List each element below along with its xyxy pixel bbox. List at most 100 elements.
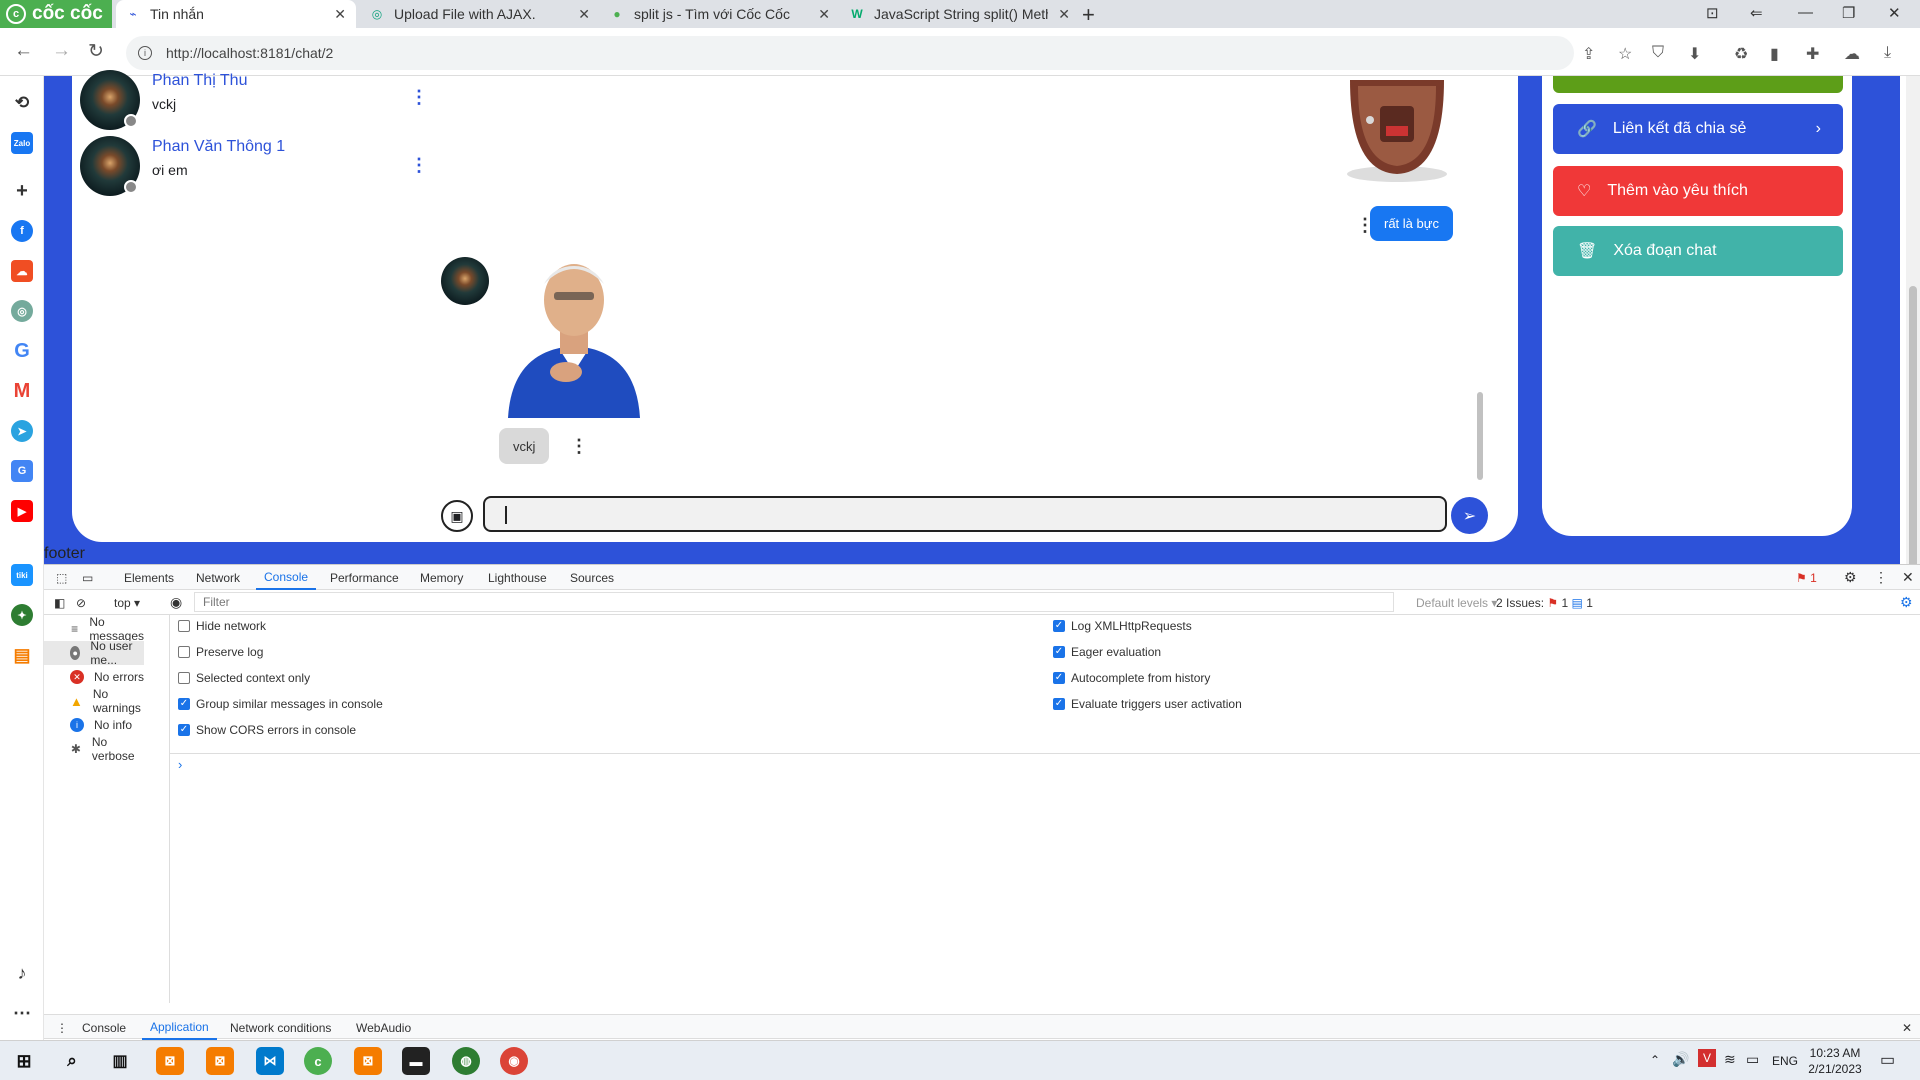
shopping-icon[interactable]: ▤ <box>11 644 33 666</box>
checkbox-checked[interactable]: ✓ <box>1053 646 1065 658</box>
clear-console-icon[interactable]: ⊘ <box>68 590 94 615</box>
wifi-icon[interactable]: ≋ <box>1724 1051 1736 1068</box>
option-autocomplete[interactable]: ✓ Autocomplete from history <box>1053 671 1210 685</box>
tab-split-js[interactable]: ● split js - Tìm với Cốc Cốc ✕ <box>600 0 840 28</box>
telegram-icon[interactable]: ➤ <box>11 420 33 442</box>
drawer-menu-icon[interactable]: ⋮ <box>48 1015 76 1040</box>
more-icon[interactable]: ⋯ <box>11 1002 33 1024</box>
tiki-icon[interactable]: tiki <box>11 564 33 586</box>
xampp-icon-2[interactable]: ⊠ <box>206 1047 234 1075</box>
live-expression-eye-icon[interactable]: ◉ <box>162 590 190 615</box>
coccoc-menu-button[interactable]: c cốc cốc <box>0 0 112 28</box>
extension-puzzle-icon[interactable]: ♻ <box>1734 44 1748 64</box>
contact-menu-icon[interactable]: ⋮ <box>410 88 428 106</box>
messages-scrollbar[interactable] <box>1477 392 1483 480</box>
add-sidebar-app-icon[interactable]: + <box>11 180 33 202</box>
delete-chat-button[interactable]: 🗑 Xóa đoạn chat <box>1553 226 1843 276</box>
console-settings-gear-icon[interactable]: ⚙ <box>1892 590 1920 615</box>
chatgpt-icon[interactable]: ◎ <box>11 300 33 322</box>
extensions-icon[interactable]: ✚ <box>1806 44 1819 64</box>
tab-search-icon[interactable]: ⊡ <box>1706 4 1719 22</box>
filter-warnings[interactable]: ▲ No warnings <box>44 687 144 715</box>
tab-upload-file[interactable]: ◎ Upload File with AJAX. ✕ <box>360 0 600 28</box>
filter-errors[interactable]: ✕ No errors <box>44 665 144 689</box>
xampp-icon[interactable]: ⊠ <box>156 1047 184 1075</box>
tab-lighthouse[interactable]: Lighthouse <box>480 565 555 590</box>
address-bar[interactable]: i http://localhost:8181/chat/2 <box>126 36 1574 70</box>
option-evaluate-triggers[interactable]: ✓ Evaluate triggers user activation <box>1053 697 1242 711</box>
history-icon[interactable]: ⟲ <box>11 92 33 114</box>
checkbox-checked[interactable]: ✓ <box>178 698 190 710</box>
filter-verbose[interactable]: ✱ No verbose <box>44 735 144 763</box>
filter-messages[interactable]: ≡ No messages <box>44 615 144 643</box>
downloads-icon[interactable]: ⤓ <box>1884 44 1891 62</box>
game-icon[interactable]: ✦ <box>11 604 33 626</box>
close-window-button[interactable]: ✕ <box>1888 4 1901 22</box>
option-log-xhr[interactable]: ✓ Log XMLHttpRequests <box>1053 619 1192 633</box>
error-count-badge[interactable]: ⚑ 1 <box>1788 565 1825 590</box>
tab-sources[interactable]: Sources <box>562 565 622 590</box>
tab-network[interactable]: Network <box>188 565 248 590</box>
task-view-icon[interactable]: ▥ <box>106 1047 134 1075</box>
reading-icon[interactable]: ▮ <box>1770 44 1779 64</box>
drawer-tab-console[interactable]: Console <box>74 1015 134 1040</box>
url-text[interactable]: http://localhost:8181/chat/2 <box>166 45 333 61</box>
option-preserve-log[interactable]: Preserve log <box>178 645 263 659</box>
devtools-menu-icon[interactable]: ⋮ <box>1866 565 1896 590</box>
checkbox-checked[interactable]: ✓ <box>178 724 190 736</box>
minimize-button[interactable]: — <box>1798 4 1813 21</box>
gmail-icon[interactable]: M <box>11 380 33 402</box>
shield-icon[interactable]: ⛉ <box>1652 44 1664 62</box>
language-indicator[interactable]: ENG <box>1772 1054 1798 1068</box>
message-menu-icon[interactable]: ⋮ <box>570 437 588 455</box>
option-hide-network[interactable]: Hide network <box>178 619 266 633</box>
console-prompt-icon[interactable]: › <box>178 757 182 772</box>
youtube-icon[interactable]: ▶ <box>11 500 33 522</box>
checkbox[interactable] <box>178 672 190 684</box>
xampp-icon-3[interactable]: ⊠ <box>354 1047 382 1075</box>
tab-console[interactable]: Console <box>256 565 317 590</box>
rice-cooker-image[interactable] <box>1340 76 1454 186</box>
close-tab-icon[interactable]: ✕ <box>578 6 590 23</box>
tab-memory[interactable]: Memory <box>412 565 471 590</box>
chrome-icon[interactable]: ◉ <box>500 1047 528 1075</box>
profile-icon[interactable]: ☁ <box>1844 44 1860 64</box>
search-icon[interactable]: ⌕ <box>58 1047 86 1075</box>
close-tab-icon[interactable]: ✕ <box>1058 6 1070 23</box>
add-favorite-button[interactable]: ♡ Thêm vào yêu thích <box>1553 166 1843 216</box>
device-toolbar-icon[interactable]: ▭ <box>74 565 101 590</box>
inspect-element-icon[interactable]: ⬚ <box>48 565 75 590</box>
facebook-icon[interactable]: f <box>11 220 33 242</box>
vscode-icon[interactable]: ⋈ <box>256 1047 284 1075</box>
site-info-icon[interactable]: i <box>138 46 152 60</box>
close-tab-icon[interactable]: ✕ <box>818 6 830 23</box>
option-selected-context[interactable]: Selected context only <box>178 671 310 685</box>
contact-menu-icon[interactable]: ⋮ <box>410 156 428 174</box>
top-action-button[interactable] <box>1553 76 1843 93</box>
share-icon[interactable]: ⇪ <box>1582 44 1595 64</box>
antivirus-icon[interactable]: V <box>1698 1049 1716 1067</box>
download-video-icon[interactable]: ⬇ <box>1688 44 1701 64</box>
soundcloud-icon[interactable]: ☁ <box>11 260 33 282</box>
back-icon[interactable]: ← <box>14 40 33 62</box>
shared-links-button[interactable]: 🔗 Liên kết đã chia sẻ › <box>1553 104 1843 154</box>
checkbox-checked[interactable]: ✓ <box>1053 620 1065 632</box>
zalo-icon[interactable]: Zalo <box>11 132 33 154</box>
option-eager-eval[interactable]: ✓ Eager evaluation <box>1053 645 1161 659</box>
checkbox[interactable] <box>178 646 190 658</box>
tab-performance[interactable]: Performance <box>322 565 407 590</box>
checkbox-checked[interactable]: ✓ <box>1053 672 1065 684</box>
drawer-tab-application[interactable]: Application <box>142 1015 217 1040</box>
forward-icon[interactable]: → <box>52 40 71 62</box>
globe-app-icon[interactable]: ◍ <box>452 1047 480 1075</box>
notifications-icon[interactable]: ▭ <box>1880 1050 1895 1070</box>
tab-elements[interactable]: Elements <box>116 565 182 590</box>
notifications-bell-icon[interactable]: ♪ <box>11 962 33 984</box>
drawer-tab-webaudio[interactable]: WebAudio <box>348 1015 419 1040</box>
context-select[interactable]: top ▾ <box>106 590 148 615</box>
contact-item[interactable]: Phan Thị Thu vckj <box>80 70 247 130</box>
maximize-button[interactable]: ❐ <box>1842 4 1855 22</box>
new-tab-button[interactable]: + <box>1082 2 1095 28</box>
option-group-similar[interactable]: ✓ Group similar messages in console <box>178 697 383 711</box>
settings-gear-icon[interactable]: ⚙ <box>1836 565 1865 590</box>
